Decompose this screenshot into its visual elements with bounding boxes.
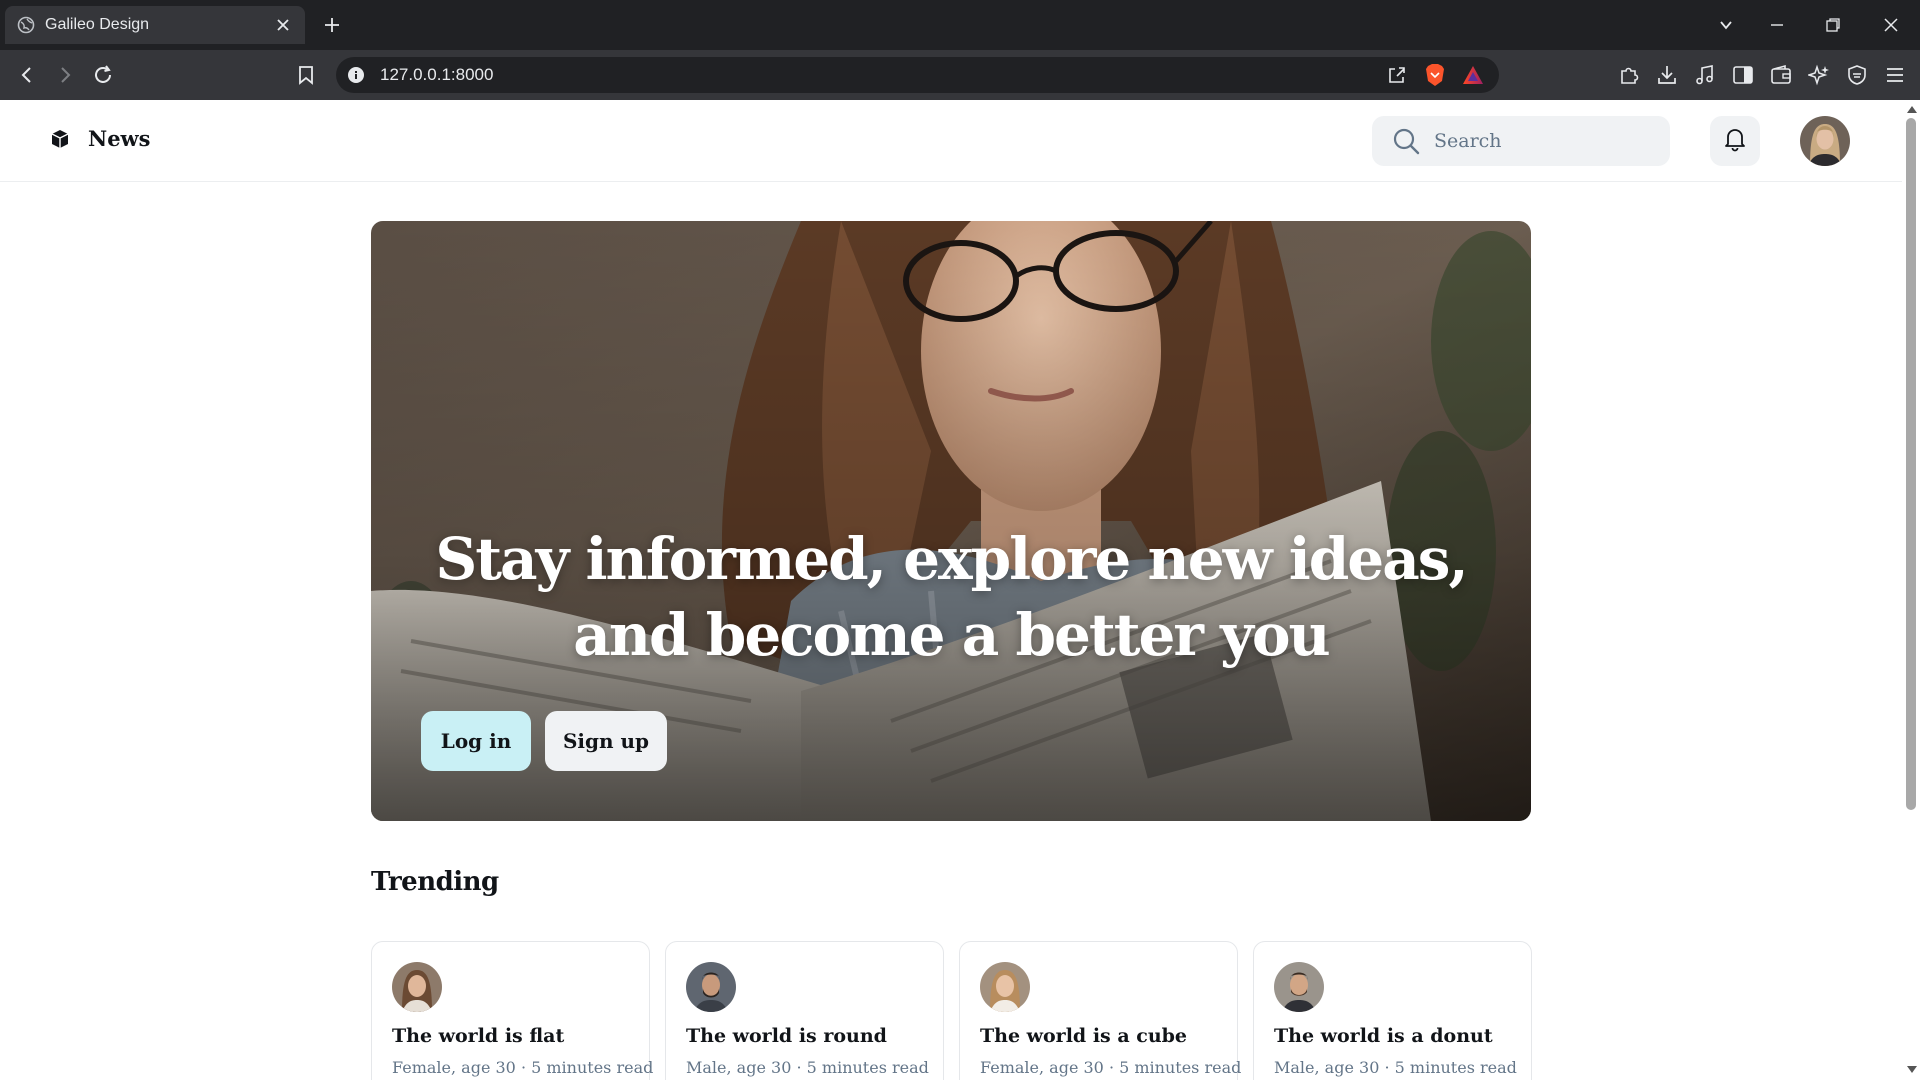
- card-title: The world is flat: [392, 1025, 565, 1047]
- address-bar[interactable]: 127.0.0.1:8000: [336, 57, 1499, 93]
- site-header: News: [0, 100, 1902, 182]
- brand[interactable]: News: [48, 126, 150, 151]
- share-icon[interactable]: [1385, 63, 1409, 87]
- trending-card[interactable]: The world is round Male, age 30 · 5 minu…: [665, 941, 944, 1080]
- brand-name: News: [88, 126, 151, 151]
- card-meta: Male, age 30 · 5 minutes read: [686, 1058, 929, 1077]
- menu-icon[interactable]: [1882, 62, 1908, 88]
- browser-tab[interactable]: Galileo Design: [5, 6, 305, 44]
- back-icon[interactable]: [14, 62, 40, 88]
- wallet-icon[interactable]: [1768, 62, 1794, 88]
- close-tab-icon[interactable]: [273, 15, 293, 35]
- search-icon: [1392, 127, 1420, 155]
- card-title: The world is a donut: [1274, 1025, 1493, 1047]
- leo-ai-icon[interactable]: [1806, 62, 1832, 88]
- media-icon[interactable]: [1692, 62, 1718, 88]
- author-avatar: [980, 962, 1030, 1012]
- author-avatar: [1274, 962, 1324, 1012]
- card-title: The world is round: [686, 1025, 887, 1047]
- extensions-icon[interactable]: [1616, 62, 1642, 88]
- bookmark-icon[interactable]: [293, 62, 319, 88]
- user-avatar[interactable]: [1800, 116, 1850, 166]
- download-icon[interactable]: [1654, 62, 1680, 88]
- hero-banner: Stay informed, explore new ideas, and be…: [371, 221, 1531, 821]
- globe-icon: [17, 16, 35, 34]
- cube-logo-icon: [48, 127, 72, 151]
- signup-button[interactable]: Sign up: [545, 711, 667, 771]
- search-box[interactable]: [1372, 116, 1670, 166]
- new-tab-icon[interactable]: [320, 13, 344, 37]
- author-avatar: [686, 962, 736, 1012]
- login-button[interactable]: Log in: [421, 711, 531, 771]
- trending-heading: Trending: [371, 867, 499, 897]
- reload-icon[interactable]: [90, 62, 116, 88]
- web-page: News Search Stay informed, explore new i…: [0, 100, 1920, 1080]
- notifications-button[interactable]: [1710, 116, 1760, 166]
- vpn-shield-icon[interactable]: [1844, 62, 1870, 88]
- tab-title: Galileo Design: [45, 16, 150, 33]
- browser-tabstrip: Galileo Design: [0, 0, 1920, 50]
- trending-card[interactable]: The world is a cube Female, age 30 · 5 m…: [959, 941, 1242, 1080]
- close-window-icon[interactable]: [1878, 12, 1904, 38]
- scrollbar-thumb[interactable]: [1906, 118, 1916, 810]
- trending-card[interactable]: The world is a donut Male, age 30 · 5 mi…: [1253, 941, 1532, 1080]
- scroll-down-arrow-icon[interactable]: [1907, 1066, 1917, 1073]
- trending-card[interactable]: The world is flat Female, age 30 · 5 min…: [371, 941, 654, 1080]
- tab-search-chevron-icon[interactable]: [1713, 12, 1739, 38]
- brave-rewards-icon[interactable]: [1461, 63, 1485, 87]
- card-title: The world is a cube: [980, 1025, 1188, 1047]
- brave-shields-icon[interactable]: [1423, 63, 1447, 87]
- restore-icon[interactable]: [1820, 12, 1846, 38]
- minimize-icon[interactable]: [1764, 12, 1790, 38]
- forward-icon[interactable]: [52, 62, 78, 88]
- hero-title: Stay informed, explore new ideas, and be…: [435, 525, 1468, 669]
- sidebar-icon[interactable]: [1730, 62, 1756, 88]
- scroll-up-arrow-icon[interactable]: [1907, 106, 1917, 113]
- bell-icon: [1723, 126, 1747, 156]
- url-text[interactable]: 127.0.0.1:8000: [380, 65, 1385, 85]
- card-meta: Female, age 30 · 5 minutes read: [980, 1058, 1242, 1077]
- search-input[interactable]: [1432, 129, 1652, 153]
- page-scrollbar[interactable]: [1902, 100, 1920, 1080]
- card-meta: Female, age 30 · 5 minutes read: [392, 1058, 654, 1077]
- site-info-icon[interactable]: [346, 65, 366, 85]
- author-avatar: [392, 962, 442, 1012]
- card-meta: Male, age 30 · 5 minutes read: [1274, 1058, 1517, 1077]
